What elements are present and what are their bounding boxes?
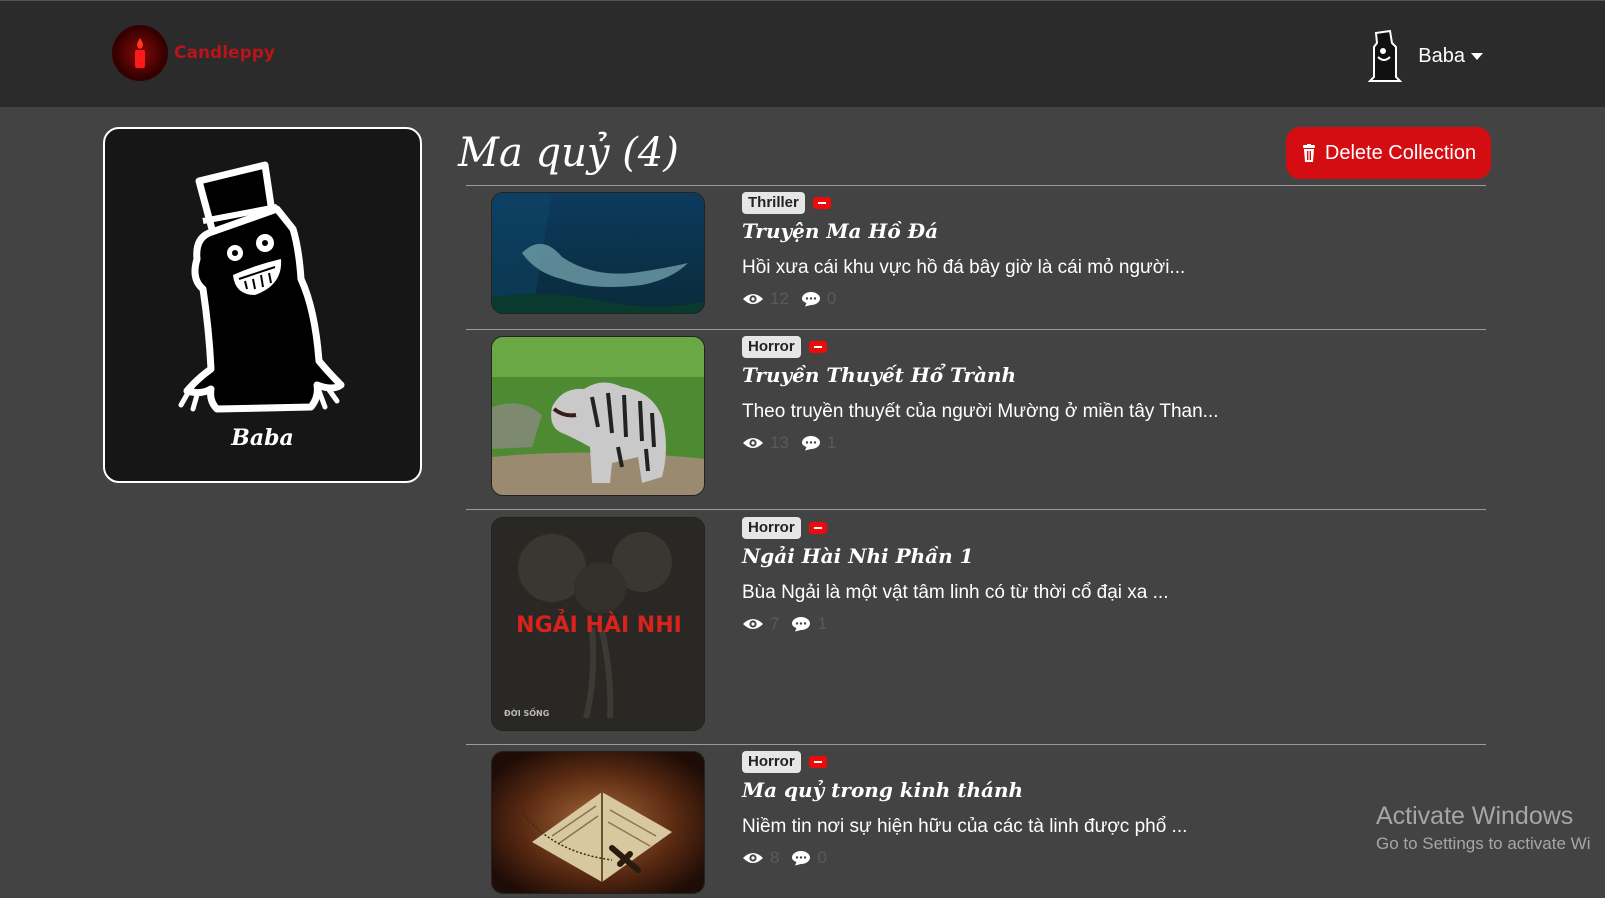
comment-icon [801, 436, 820, 451]
eye-icon [743, 853, 763, 863]
story-thumbnail[interactable] [491, 336, 705, 496]
view-count: 8 [770, 848, 780, 867]
story-item: Thriller Truyện Ma Hồ Đá Hồi xưa cái khu… [466, 192, 1486, 328]
view-count: 7 [770, 614, 780, 633]
story-excerpt: Hồi xưa cái khu vực hồ đá bây giờ là cái… [742, 257, 1186, 278]
genre-badge: Horror [742, 751, 801, 773]
user-menu-toggle[interactable]: Baba [1366, 29, 1483, 83]
story-title[interactable]: Ma quỷ trong kinh thánh [742, 777, 1462, 803]
comment-icon [792, 851, 811, 866]
brand-link[interactable]: Candleppy [112, 25, 275, 81]
story-excerpt: Niềm tin nơi sự hiện hữu của các tà linh… [742, 816, 1188, 837]
divider [466, 329, 1486, 330]
genre-badge: Horror [742, 336, 801, 358]
genre-badge: Thriller [742, 192, 805, 214]
brand-name: Candleppy [174, 43, 275, 63]
story-item: Horror Truyền Thuyết Hổ Trành Theo truyề… [466, 336, 1486, 506]
story-thumbnail[interactable] [491, 192, 705, 314]
eye-icon [743, 294, 763, 304]
remove-story-button[interactable] [808, 756, 827, 768]
comment-count: 1 [817, 614, 827, 633]
view-count: 13 [770, 433, 789, 452]
thumbnail-text: NGẢI HÀI NHI [516, 610, 682, 638]
story-title[interactable]: Truyền Thuyết Hổ Trành [742, 362, 1462, 388]
eye-icon [743, 619, 763, 629]
story-thumbnail[interactable] [491, 751, 705, 894]
user-avatar [1366, 29, 1403, 83]
profile-name: Baba [231, 425, 294, 451]
delete-collection-label: Delete Collection [1324, 141, 1477, 164]
story-title[interactable]: Truyện Ma Hồ Đá [742, 218, 1462, 244]
story-thumbnail[interactable]: NGẢI HÀI NHI ĐỜI SỐNG [491, 517, 705, 731]
watermark-line-1: Activate Windows [1376, 802, 1574, 830]
activate-windows-watermark: Activate Windows Go to Settings to activ… [1376, 800, 1590, 856]
genre-badge: Horror [742, 517, 801, 539]
story-item: Horror Ma quỷ trong kinh thánh Niềm tin … [466, 751, 1486, 898]
comment-count: 1 [826, 433, 837, 452]
story-title[interactable]: Ngải Hài Nhi Phần 1 [742, 543, 1462, 569]
trash-icon [1302, 144, 1315, 162]
comment-icon [792, 617, 811, 632]
caret-down-icon [1471, 52, 1483, 60]
comment-count: 0 [817, 848, 827, 867]
watermark-line-2: Go to Settings to activate Wi [1376, 834, 1591, 853]
story-excerpt: Bùa Ngải là một vật tâm linh có từ thời … [742, 582, 1169, 603]
remove-story-button[interactable] [808, 522, 827, 534]
navbar: Candleppy Baba [0, 0, 1605, 107]
comment-icon [801, 292, 820, 307]
divider [466, 744, 1486, 745]
candle-logo-icon [112, 25, 168, 81]
remove-story-button[interactable] [808, 341, 827, 353]
collection-title: Ma quỷ (4) [458, 130, 679, 176]
eye-icon [743, 438, 763, 448]
story-item: NGẢI HÀI NHI ĐỜI SỐNG Horror Ngải Hài Nh… [466, 517, 1486, 737]
comment-count: 0 [826, 289, 837, 308]
story-excerpt: Theo truyền thuyết của người Mường ở miề… [742, 401, 1219, 422]
view-count: 12 [770, 289, 789, 308]
divider [466, 509, 1486, 510]
delete-collection-button[interactable]: Delete Collection [1286, 127, 1491, 179]
profile-card: Baba [103, 127, 422, 483]
divider [466, 185, 1486, 186]
remove-story-button[interactable] [812, 197, 831, 209]
user-name: Baba [1418, 45, 1483, 68]
